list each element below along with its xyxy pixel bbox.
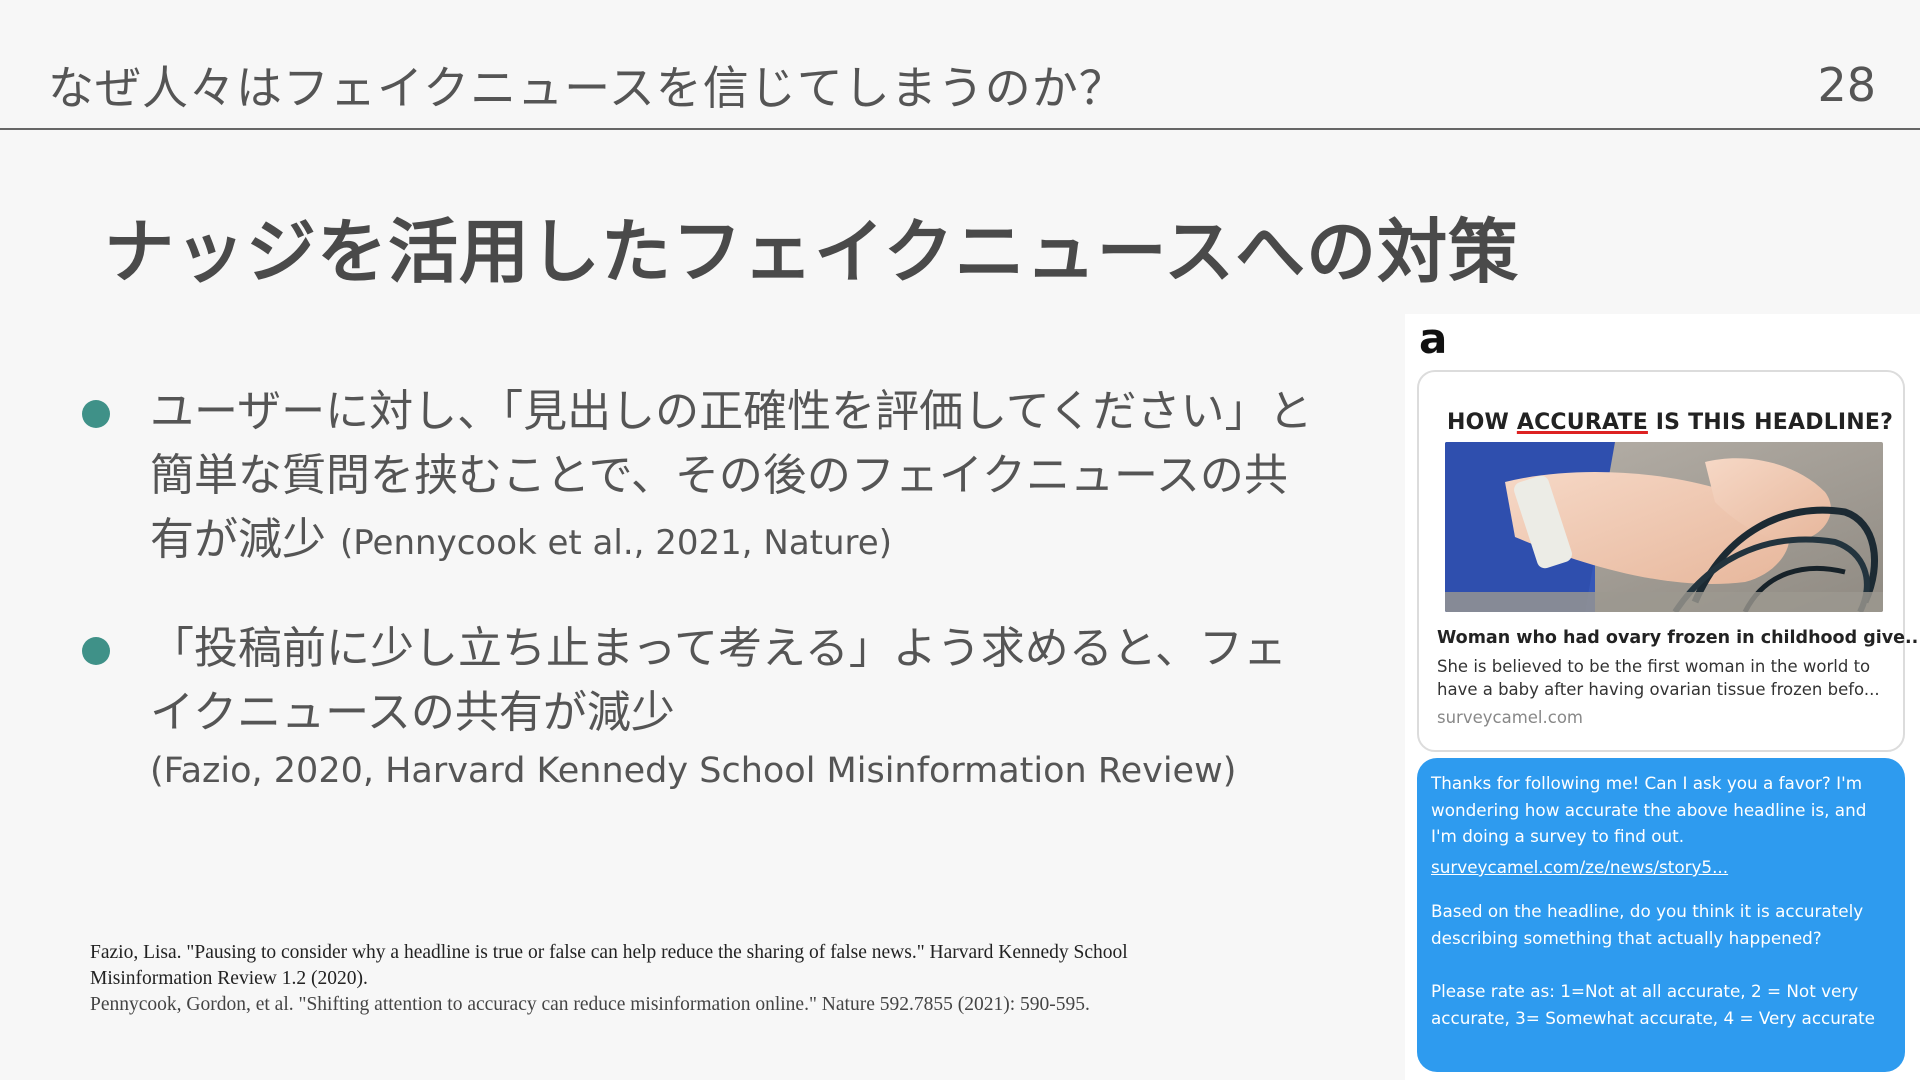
card-headline: Woman who had ovary frozen in childhood … (1437, 628, 1920, 648)
bullet-item: 「投稿前に少し立ち止まって考える」よう求めると、フェイクニュースの共有が減少 (… (80, 617, 1330, 797)
card-question-part: HOW (1447, 410, 1517, 435)
card-photo (1445, 442, 1883, 612)
card-question-underlined: ACCURATE (1516, 410, 1648, 435)
message-intro: Thanks for following me! Can I ask you a… (1431, 773, 1867, 846)
page-number: 28 (1817, 58, 1876, 112)
bullet-dot-icon (82, 637, 110, 665)
bullet-citation: (Fazio, 2020, Harvard Kennedy School Mis… (150, 751, 1237, 791)
card-description: She is believed to be the first woman in… (1437, 657, 1880, 699)
references: Fazio, Lisa. "Pausing to consider why a … (90, 940, 1240, 1018)
message-scale: Please rate as: 1=Not at all accurate, 2… (1431, 981, 1876, 1028)
message-question: Based on the headline, do you think it i… (1431, 901, 1864, 948)
figure-panel: a HOW ACCURATE IS THIS HEADLINE? Woman w… (1405, 314, 1920, 1080)
bullet-body: ユーザーに対し、「見出しの正確性を評価してください」と簡単な質問を挟むことで、そ… (150, 380, 1330, 575)
bullet-body: 「投稿前に少し立ち止まって考える」よう求めると、フェイクニュースの共有が減少 (… (150, 617, 1330, 797)
slide-title: ナッジを活用したフェイクニュースへの対策 (104, 211, 1520, 293)
baby-foot-photo-icon (1445, 442, 1883, 612)
figure-label: a (1419, 314, 1448, 363)
header-divider (0, 128, 1920, 130)
card-domain: surveycamel.com (1437, 708, 1583, 727)
card-question-part: IS THIS HEADLINE? (1647, 410, 1894, 435)
reference-item: Pennycook, Gordon, et al. "Shifting atte… (90, 994, 1090, 1015)
header-title: なぜ人々はフェイクニュースを信じてしまうのか？ (48, 61, 1126, 115)
bullet-dot-icon (82, 400, 110, 428)
message-link[interactable]: surveycamel.com/ze/news/story5... (1431, 854, 1891, 881)
headline-card: HOW ACCURATE IS THIS HEADLINE? Woman who… (1417, 370, 1920, 752)
card-question: HOW ACCURATE IS THIS HEADLINE? (1447, 410, 1893, 435)
reference-item: Fazio, Lisa. "Pausing to consider why a … (90, 942, 1128, 989)
message-bubble: Thanks for following me! Can I ask you a… (1417, 758, 1905, 1072)
bullet-list: ユーザーに対し、「見出しの正確性を評価してください」と簡単な質問を挟むことで、そ… (80, 380, 1330, 839)
bullet-item: ユーザーに対し、「見出しの正確性を評価してください」と簡単な質問を挟むことで、そ… (80, 380, 1330, 575)
bullet-citation: (Pennycook et al., 2021, Nature) (340, 523, 892, 563)
bullet-text: 「投稿前に少し立ち止まって考える」よう求めると、フェイクニュースの共有が減少 (150, 623, 1287, 738)
